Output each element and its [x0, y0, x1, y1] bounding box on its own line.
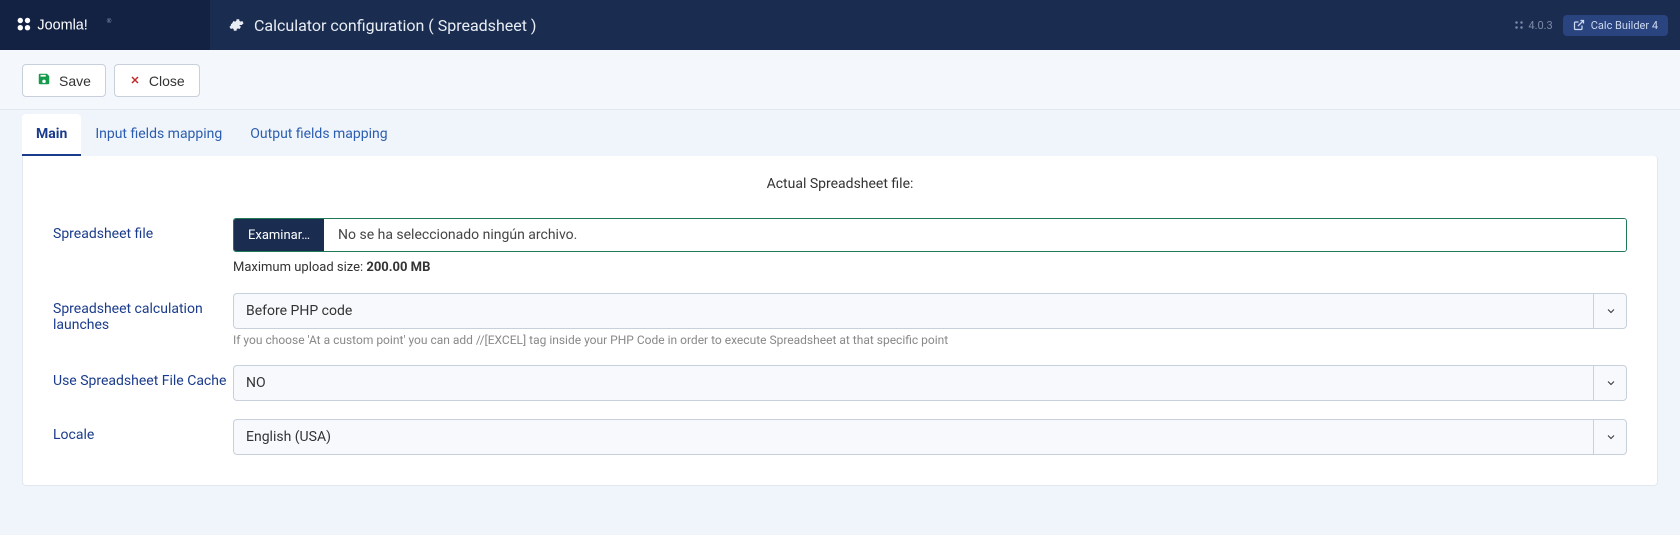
page-title-block: Calculator configuration ( Spreadsheet ): [210, 16, 1514, 35]
calc-builder-badge[interactable]: Calc Builder 4: [1563, 15, 1668, 36]
tabs: Main Input fields mapping Output fields …: [22, 114, 1658, 156]
browse-button[interactable]: Examinar…: [234, 219, 324, 251]
close-button[interactable]: Close: [114, 64, 200, 97]
save-button[interactable]: Save: [22, 64, 106, 97]
svg-text:Joomla!: Joomla!: [37, 18, 87, 34]
select-locale[interactable]: English (USA): [233, 419, 1627, 455]
toolbar: Save Close: [0, 50, 1680, 110]
main-panel: Actual Spreadsheet file: Spreadsheet fil…: [22, 156, 1658, 486]
help-calc-launches: If you choose 'At a custom point' you ca…: [233, 333, 1627, 347]
label-use-cache: Use Spreadsheet File Cache: [53, 365, 233, 389]
label-calc-launches: Spreadsheet calculation launches: [53, 293, 233, 333]
label-spreadsheet-file: Spreadsheet file: [53, 218, 233, 242]
app-header: Joomla! ® Calculator configuration ( Spr…: [0, 0, 1680, 50]
external-link-icon: [1573, 19, 1585, 31]
tab-input-mapping[interactable]: Input fields mapping: [81, 114, 236, 156]
tab-output-mapping[interactable]: Output fields mapping: [236, 114, 401, 156]
svg-text:®: ®: [107, 17, 112, 25]
tab-main[interactable]: Main: [22, 114, 81, 156]
page-title: Calculator configuration ( Spreadsheet ): [254, 16, 537, 35]
row-spreadsheet-file: Spreadsheet file Examinar… No se ha sele…: [53, 218, 1627, 275]
file-selected-text: No se ha seleccionado ningún archivo.: [324, 219, 1626, 251]
brand-block[interactable]: Joomla! ®: [0, 0, 210, 50]
label-locale: Locale: [53, 419, 233, 443]
save-icon: [37, 72, 51, 89]
joomla-logo: Joomla! ®: [14, 14, 122, 36]
close-icon: [129, 73, 141, 89]
select-use-cache[interactable]: NO: [233, 365, 1627, 401]
actual-file-label: Actual Spreadsheet file:: [53, 176, 1627, 192]
row-locale: Locale English (USA): [53, 419, 1627, 455]
upload-hint: Maximum upload size: 200.00 MB: [233, 260, 1627, 275]
gear-icon: [228, 17, 244, 33]
select-calc-launches[interactable]: Before PHP code: [233, 293, 1627, 329]
header-right: 4.0.3 Calc Builder 4: [1514, 15, 1680, 36]
file-input[interactable]: Examinar… No se ha seleccionado ningún a…: [233, 218, 1627, 252]
content: Main Input fields mapping Output fields …: [0, 114, 1680, 508]
row-use-cache: Use Spreadsheet File Cache NO: [53, 365, 1627, 401]
joomla-version: 4.0.3: [1514, 19, 1552, 32]
row-calc-launches: Spreadsheet calculation launches Before …: [53, 293, 1627, 347]
